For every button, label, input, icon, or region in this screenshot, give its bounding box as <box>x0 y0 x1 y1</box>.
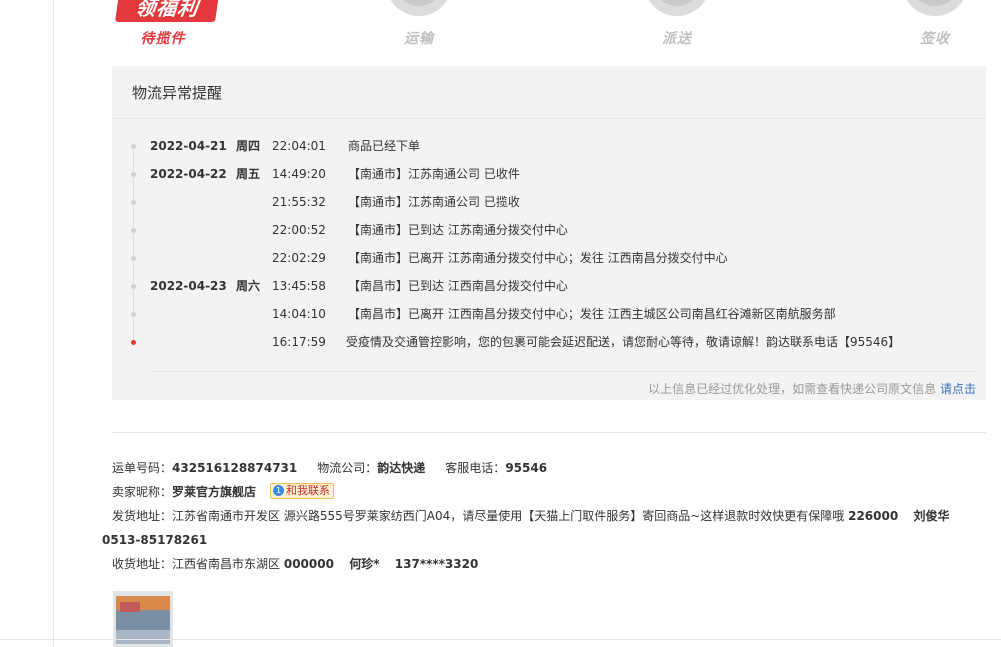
event-weekday: 周四 <box>236 139 261 153</box>
logistics-panel: 物流异常提醒 2022-04-21 周四 22:04:01 商品已经下单 202… <box>112 66 986 400</box>
event-time: 22:02:29 <box>272 251 326 265</box>
event-time: 21:55:32 <box>272 195 326 209</box>
event-message: 【南通市】江苏南通公司 已揽收 <box>348 195 520 209</box>
section-divider <box>112 432 986 433</box>
receive-phone: 137****3320 <box>394 557 479 571</box>
ship-line: 发货地址：江苏省南通市开发区 源兴路555号罗莱家纺西门A04，请尽量使用【天猫… <box>102 504 972 552</box>
event-date: 2022-04-23 <box>150 279 227 293</box>
event-time: 22:04:01 <box>272 139 326 153</box>
timeline-dot <box>131 312 136 317</box>
event-message: 受疫情及交通管控影响，您的包裹可能会延迟配送，请您耐心等待，敬请谅解！韵达联系电… <box>346 335 901 349</box>
event-time: 16:17:59 <box>272 335 326 349</box>
chat-icon: 1 <box>273 485 285 496</box>
receive-zip: 000000 <box>283 557 334 571</box>
timeline-dot <box>131 256 136 261</box>
timeline-dot <box>131 144 136 149</box>
event-message: 【南通市】已离开 江苏南通分拨交付中心；发往 江西南昌分拨交付中心 <box>348 251 728 265</box>
contact-me-label: 和我联系 <box>286 484 331 497</box>
step-delivery-label: 派送 <box>662 31 692 47</box>
panel-divider <box>112 118 986 119</box>
timeline-row: 2022-04-21 周四 22:04:01 商品已经下单 <box>112 132 986 160</box>
timeline-dot <box>131 200 136 205</box>
seller-line: 卖家昵称：罗莱官方旗舰店 1 和我联系 <box>102 480 982 504</box>
left-border <box>53 0 54 647</box>
event-date: 2022-04-22 <box>150 167 227 181</box>
event-time: 22:00:52 <box>272 223 326 237</box>
bottom-border <box>0 639 1001 640</box>
seller-label: 卖家昵称： <box>112 485 173 499</box>
welfare-badge[interactable]: 领福利 <box>115 0 219 22</box>
timeline-row: 21:55:32 【南通市】江苏南通公司 已揽收 <box>112 188 986 216</box>
timeline-row: 2022-04-23 周六 13:45:58 【南昌市】已到达 江西南昌分拨交付… <box>112 272 986 300</box>
event-message: 【南昌市】已到达 江西南昌分拨交付中心 <box>348 279 568 293</box>
view-original-link[interactable]: 请点击 <box>940 382 976 396</box>
ship-address: 江苏省南通市开发区 源兴路555号罗莱家纺西门A04，请尽量使用【天猫上门取件服… <box>172 509 845 523</box>
receive-line: 收货地址：江西省南昌市东湖区 000000 何珍* 137****3320 <box>102 552 982 576</box>
event-message: 【南昌市】已离开 江西南昌分拨交付中心；发往 江西主城区公司南昌红谷滩新区南航服… <box>348 307 836 321</box>
tracking-line: 运单号码：432516128874731 物流公司：韵达快递 客服电话：95546 <box>102 456 982 480</box>
event-message: 商品已经下单 <box>348 139 421 153</box>
step-transport-label: 运输 <box>404 31 434 47</box>
company-name: 韵达快递 <box>377 461 426 475</box>
event-weekday: 周五 <box>236 167 261 181</box>
panel-title: 物流异常提醒 <box>132 84 223 102</box>
progress-steps: 领福利 待揽件 运输 派送 签收 <box>0 0 1001 60</box>
company-label: 物流公司： <box>317 461 378 475</box>
event-time: 14:04:10 <box>272 307 326 321</box>
tracking-label: 运单号码： <box>112 461 173 475</box>
timeline-dot <box>131 172 136 177</box>
ship-label: 发货地址： <box>112 509 173 523</box>
seller-name: 罗莱官方旗舰店 <box>172 485 257 499</box>
step-pending-label: 待揽件 <box>140 31 186 47</box>
phone-label: 客服电话： <box>445 461 506 475</box>
panel-footer-text: 以上信息已经过优化处理，如需查看快递公司原文信息 <box>648 382 937 396</box>
ship-zip: 226000 <box>848 509 899 523</box>
service-phone: 95546 <box>505 461 548 475</box>
shipment-info: 运单号码：432516128874731 物流公司：韵达快递 客服电话：95546 … <box>102 456 982 576</box>
event-time: 14:49:20 <box>272 167 326 181</box>
tracking-number: 432516128874731 <box>172 461 298 475</box>
receive-name: 何珍* <box>349 557 380 571</box>
event-time: 13:45:58 <box>272 279 326 293</box>
receive-label: 收货地址： <box>112 557 173 571</box>
event-weekday: 周六 <box>236 279 261 293</box>
panel-footer: 以上信息已经过优化处理，如需查看快递公司原文信息 请点击 <box>648 380 976 397</box>
event-message: 【南通市】已到达 江苏南通分拨交付中心 <box>348 223 568 237</box>
timeline-row: 14:04:10 【南昌市】已离开 江西南昌分拨交付中心；发往 江西主城区公司南… <box>112 300 986 328</box>
timeline-row-latest: 16:17:59 受疫情及交通管控影响，您的包裹可能会延迟配送，请您耐心等待，敬… <box>112 328 986 356</box>
timeline-dot <box>131 228 136 233</box>
ship-name: 刘俊华 <box>913 509 950 523</box>
panel-footer-divider <box>152 371 976 372</box>
timeline-dot-latest <box>131 340 136 345</box>
contact-me-button[interactable]: 1 和我联系 <box>270 483 335 499</box>
event-date: 2022-04-21 <box>150 139 227 153</box>
event-message: 【南通市】江苏南通公司 已收件 <box>348 167 520 181</box>
timeline-row: 22:02:29 【南通市】已离开 江苏南通分拨交付中心；发往 江西南昌分拨交付… <box>112 244 986 272</box>
receive-address: 江西省南昌市东湖区 <box>172 557 281 571</box>
timeline-dot <box>131 284 136 289</box>
timeline-row: 2022-04-22 周五 14:49:20 【南通市】江苏南通公司 已收件 <box>112 160 986 188</box>
ship-phone: 0513-85178261 <box>102 533 208 547</box>
timeline-row: 22:00:52 【南通市】已到达 江苏南通分拨交付中心 <box>112 216 986 244</box>
step-signed-label: 签收 <box>920 31 950 47</box>
